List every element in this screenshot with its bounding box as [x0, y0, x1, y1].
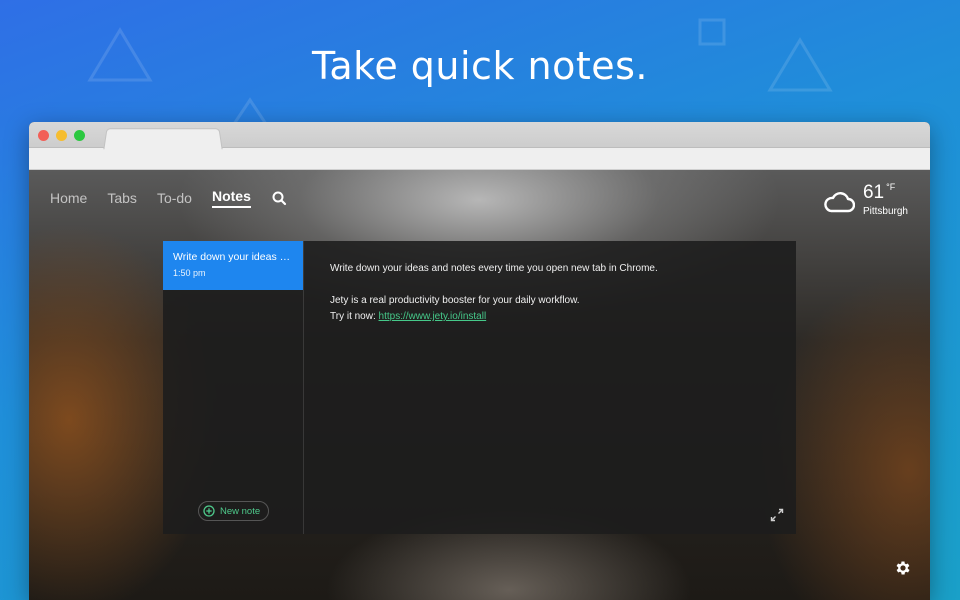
notes-list: Write down your ideas and notes every ti… [163, 241, 304, 534]
maximize-window-button[interactable] [74, 130, 85, 141]
install-link[interactable]: https://www.jety.io/install [379, 311, 487, 322]
nav-home[interactable]: Home [50, 190, 87, 206]
note-time: 1:50 pm [173, 268, 206, 278]
weather-city: Pittsburgh [862, 206, 908, 217]
nav-tabs[interactable]: Tabs [107, 190, 137, 206]
note-text-line-2: Jety is a real productivity booster for … [330, 295, 580, 306]
note-list-item[interactable]: Write down your ideas and notes every ti… [163, 241, 303, 290]
browser-toolbar [29, 148, 930, 170]
browser-titlebar [29, 122, 930, 150]
close-window-button[interactable] [38, 130, 49, 141]
gear-icon[interactable] [894, 559, 912, 577]
weather-widget[interactable]: 61 °F Pittsburgh [823, 182, 908, 217]
minimize-window-button[interactable] [56, 130, 67, 141]
temperature-unit: °F [886, 182, 896, 192]
expand-icon[interactable] [770, 508, 784, 522]
headline: Take quick notes. [311, 44, 649, 88]
search-icon[interactable] [271, 190, 287, 206]
note-text-prefix: Try it now: [330, 311, 379, 322]
cloud-icon [824, 192, 855, 213]
notes-panel: Write down your ideas and notes every ti… [163, 241, 796, 534]
new-note-button[interactable]: New note [198, 501, 270, 521]
temperature-value: 61 [862, 182, 885, 203]
note-text-line-3: Try it now: https://www.jety.io/install [330, 309, 770, 325]
plus-circle-icon [203, 505, 215, 517]
new-note-label: New note [220, 505, 261, 517]
nav-notes[interactable]: Notes [211, 188, 251, 208]
nav-todo[interactable]: To-do [157, 190, 192, 206]
browser-tab[interactable] [103, 128, 223, 150]
temperature: 61 °F [863, 182, 908, 204]
note-text-line-1: Write down your ideas and notes every ti… [330, 263, 658, 274]
main-nav: Home Tabs To-do Notes [50, 188, 287, 208]
note-title: Write down your ideas and notes every ti… [173, 251, 293, 263]
note-editor[interactable]: Write down your ideas and notes every ti… [304, 241, 796, 534]
browser-window: Home Tabs To-do Notes 61 °F Pittsburgh Wr… [29, 122, 930, 600]
